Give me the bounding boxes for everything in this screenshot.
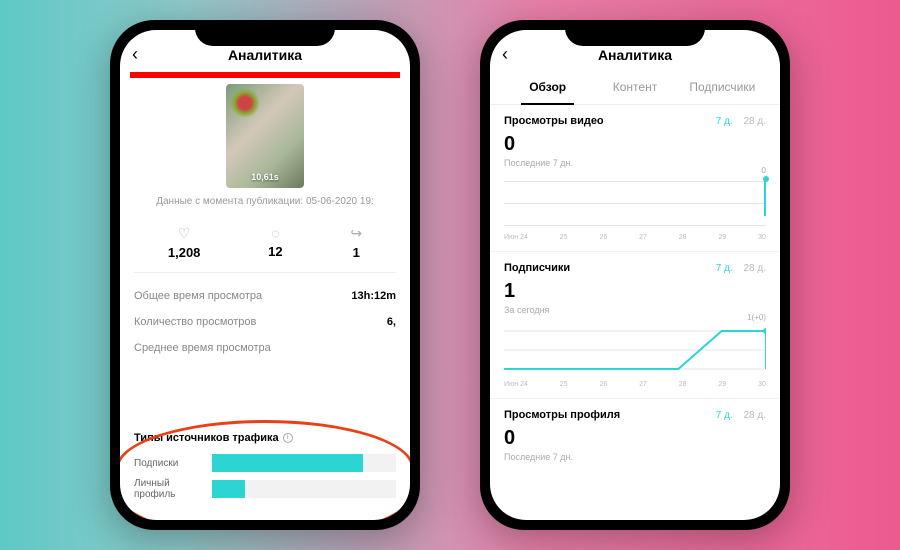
notch xyxy=(565,20,705,46)
traffic-subs-row: Подписки xyxy=(134,454,396,472)
traffic-subs-bar xyxy=(212,454,396,472)
traffic-profile-label: Личный профиль xyxy=(134,478,212,500)
avg-time-label: Среднее время просмотра xyxy=(134,342,271,354)
publish-date: Данные с момента публикации: 05-06-2020 … xyxy=(120,196,410,207)
page-title: Аналитика xyxy=(598,47,672,63)
likes-count: 1,208 xyxy=(168,245,201,260)
views-value: 0 xyxy=(504,133,766,156)
followers-range: 7 д. 28 д. xyxy=(716,263,766,274)
traffic-title: Типы источников трафика i xyxy=(134,432,396,444)
likes-stat[interactable]: ♡ 1,208 xyxy=(168,225,201,260)
followers-title: Подписчики xyxy=(504,262,570,274)
views-label: Количество просмотров xyxy=(134,316,256,328)
phone-right: ‹ Аналитика Обзор Контент Подписчики Про… xyxy=(480,20,790,530)
comments-stat[interactable]: ◌ 12 xyxy=(268,225,282,260)
followers-marker: 1(+0) xyxy=(747,313,766,322)
red-underline xyxy=(130,72,400,78)
views-value: 6, xyxy=(387,316,396,328)
back-icon[interactable]: ‹ xyxy=(132,44,138,65)
followers-sub: За сегодня xyxy=(504,305,766,315)
views-marker: 0 xyxy=(762,166,766,175)
views-title: Просмотры видео xyxy=(504,115,604,127)
tabs: Обзор Контент Подписчики xyxy=(490,70,780,105)
watch-time-row: Общее время просмотра 13h:12m xyxy=(134,283,396,309)
video-duration: 10,61s xyxy=(251,172,279,182)
profile-views-sub: Последние 7 дн. xyxy=(504,452,766,462)
followers-value: 1 xyxy=(504,280,766,303)
tab-overview[interactable]: Обзор xyxy=(504,70,591,104)
shares-stat[interactable]: ↪ 1 xyxy=(350,225,362,260)
tab-followers[interactable]: Подписчики xyxy=(679,70,766,104)
profile-views-title: Просмотры профиля xyxy=(504,409,620,421)
shares-count: 1 xyxy=(350,245,362,260)
range-28d[interactable]: 28 д. xyxy=(743,116,766,127)
range-28d[interactable]: 28 д. xyxy=(743,410,766,421)
traffic-profile-bar xyxy=(212,480,396,498)
range-28d[interactable]: 28 д. xyxy=(743,263,766,274)
views-chart: 0 xyxy=(504,176,766,230)
traffic-profile-row: Личный профиль xyxy=(134,478,396,500)
views-xaxis: Июн 24252627282930 xyxy=(504,234,766,241)
watch-time-label: Общее время просмотра xyxy=(134,290,262,302)
range-7d[interactable]: 7 д. xyxy=(716,410,733,421)
followers-chart: 1(+0) xyxy=(504,323,766,377)
metrics-list: Общее время просмотра 13h:12m Количество… xyxy=(120,273,410,371)
range-7d[interactable]: 7 д. xyxy=(716,263,733,274)
comments-count: 12 xyxy=(268,244,282,259)
followers-xaxis: Июн 24252627282930 xyxy=(504,381,766,388)
traffic-subs-label: Подписки xyxy=(134,458,212,469)
avg-time-row: Среднее время просмотра xyxy=(134,335,396,361)
stats-row: ♡ 1,208 ◌ 12 ↪ 1 xyxy=(134,217,396,273)
notch xyxy=(195,20,335,46)
views-range: 7 д. 28 д. xyxy=(716,116,766,127)
phone-left: ‹ Аналитика 10,61s Данные с момента публ… xyxy=(110,20,420,530)
followers-card: Подписчики 7 д. 28 д. 1 За сегодня 1(+0) xyxy=(490,252,780,399)
range-7d[interactable]: 7 д. xyxy=(716,116,733,127)
comment-icon: ◌ xyxy=(268,225,282,241)
watch-time-value: 13h:12m xyxy=(351,290,396,302)
video-thumbnail[interactable]: 10,61s xyxy=(226,84,304,188)
heart-icon: ♡ xyxy=(168,225,201,242)
profile-range: 7 д. 28 д. xyxy=(716,410,766,421)
info-icon[interactable]: i xyxy=(283,433,293,443)
screen-right: ‹ Аналитика Обзор Контент Подписчики Про… xyxy=(490,30,780,520)
back-icon[interactable]: ‹ xyxy=(502,44,508,65)
views-card: Просмотры видео 7 д. 28 д. 0 Последние 7… xyxy=(490,105,780,252)
tab-content[interactable]: Контент xyxy=(591,70,678,104)
share-icon: ↪ xyxy=(350,225,362,242)
views-sub: Последние 7 дн. xyxy=(504,158,766,168)
profile-views-value: 0 xyxy=(504,427,766,450)
traffic-section: Типы источников трафика i Подписки Личны… xyxy=(120,424,410,520)
page-title: Аналитика xyxy=(228,47,302,63)
views-row: Количество просмотров 6, xyxy=(134,309,396,335)
profile-views-card: Просмотры профиля 7 д. 28 д. 0 Последние… xyxy=(490,399,780,466)
traffic-title-text: Типы источников трафика xyxy=(134,432,279,444)
screen-left: ‹ Аналитика 10,61s Данные с момента публ… xyxy=(120,30,410,520)
